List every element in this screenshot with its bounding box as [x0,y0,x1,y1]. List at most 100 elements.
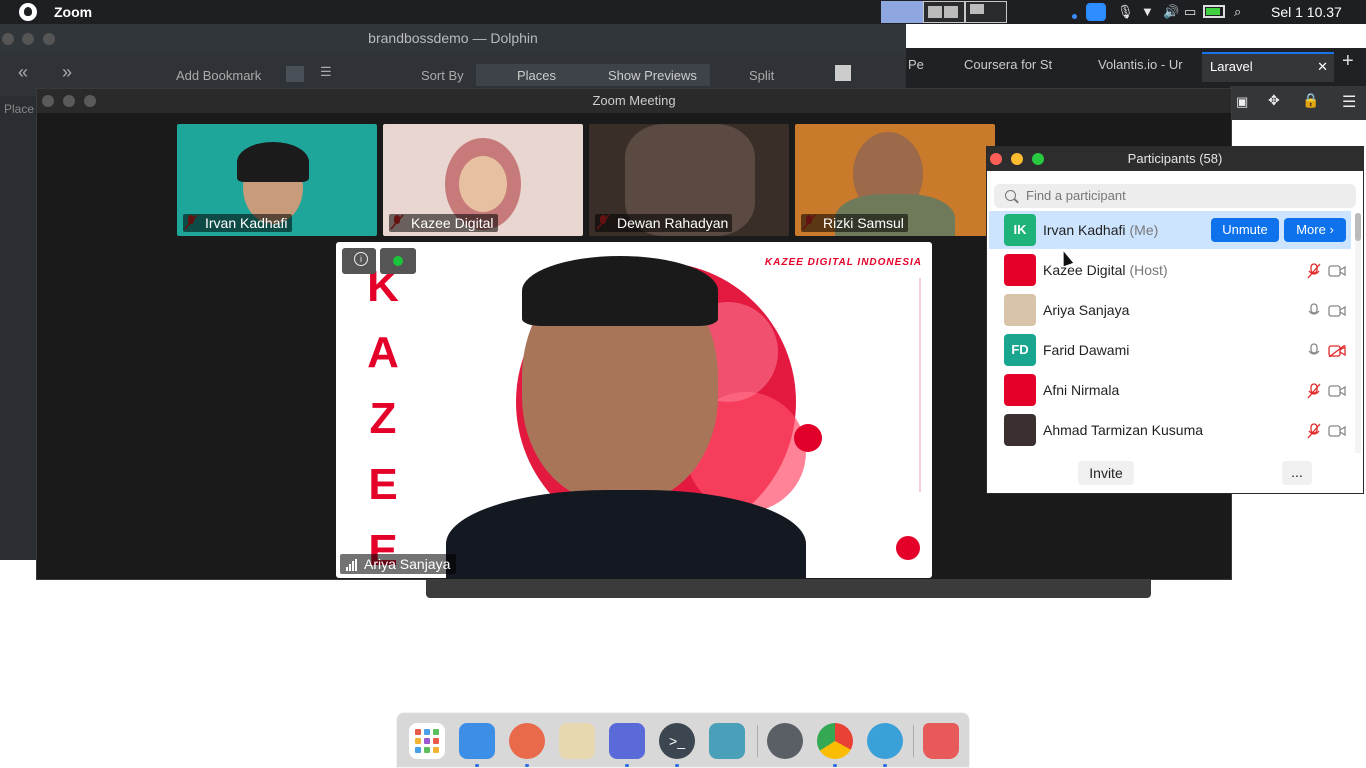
dolphin-minimize-button[interactable] [22,33,34,45]
github-icon[interactable] [19,3,37,21]
browser-toolbar: ▣ ✥ 🔒 ☰ [1230,86,1366,120]
avatar [1004,374,1036,406]
battery-icon[interactable] [1203,5,1225,18]
tab-label: Laravel [1210,59,1253,74]
settings-icon[interactable] [767,723,803,759]
sort-by-button[interactable]: Sort By [421,68,464,83]
mic-icon[interactable] [1307,343,1321,359]
zoom-tray-icon[interactable] [1086,3,1106,21]
notification-dot [1072,14,1077,19]
meeting-info-icon[interactable] [342,248,376,274]
participant-row[interactable]: Kazee Digital (Host) [989,251,1351,289]
browser-tab[interactable]: Pe [906,52,930,82]
terminal-icon[interactable]: >_ [659,723,695,759]
places-button[interactable]: Places [517,68,556,83]
invite-button[interactable]: Invite [1078,461,1134,485]
running-indicator [475,764,479,767]
close-tab-icon[interactable]: ✕ [1317,54,1328,80]
network-icon[interactable]: ▼ [1141,4,1154,19]
chrome-icon[interactable] [817,723,853,759]
files-icon[interactable] [459,723,495,759]
active-speaker-video[interactable]: KAZEE KAZEE DIGITAL INDONESIA Ariya Sanj… [336,242,932,578]
workspace-3[interactable] [965,1,1007,23]
browser-tab[interactable]: Volantis.io - Ur [1076,52,1192,82]
share-icon[interactable]: ✥ [1268,92,1280,109]
camera-icon[interactable] [1328,384,1346,397]
dolphin-close-button[interactable] [2,33,14,45]
more-options-button[interactable]: ... [1282,461,1312,485]
browser-tab[interactable]: Coursera for St [944,52,1062,82]
window-shadow [426,580,1151,598]
encryption-shield-icon[interactable] [380,248,416,274]
participant-name-label: Rizki Samsul [801,214,908,232]
muted-mic-icon[interactable] [1307,263,1321,279]
mic-icon[interactable] [1307,303,1321,319]
video-thumbnail[interactable]: Rizki Samsul [795,124,995,236]
search-icon[interactable] [835,65,851,81]
participant-row[interactable]: FD Farid Dawami [989,331,1351,369]
workspace-2[interactable] [923,1,965,23]
panel-close-button[interactable] [990,153,1002,165]
back-icon[interactable]: « [18,62,28,83]
camera-icon[interactable] [1328,264,1346,277]
panel-minimize-button[interactable] [1011,153,1023,165]
details-view-icon[interactable]: ☰ [320,64,332,80]
menu-icon[interactable]: ☰ [1342,92,1356,112]
participant-row[interactable]: Afni Nirmala [989,371,1351,409]
add-bookmark-button[interactable]: Add Bookmark [176,68,261,83]
text-editor-icon[interactable] [559,723,595,759]
firefox-icon[interactable] [509,723,545,759]
background-letter: E [368,460,398,509]
participants-panel: Participants (58) Find a participant IK I… [986,146,1364,494]
kazee-logo-icon [896,536,920,560]
app-grid-icon[interactable] [409,723,445,759]
zoom-minimize-button[interactable] [63,95,75,107]
more-button[interactable]: More › [1284,218,1346,242]
zoom-icon[interactable] [867,723,903,759]
show-previews-button[interactable]: Show Previews [608,68,697,83]
dock-separator [757,725,758,757]
running-indicator [525,764,529,767]
muted-mic-icon[interactable] [1307,383,1321,399]
image-viewer-icon[interactable] [709,723,745,759]
active-app-name[interactable]: Zoom [54,4,92,20]
clipboard-icon[interactable]: ▭ [1184,4,1196,20]
muted-mic-icon[interactable] [1307,423,1321,439]
dolphin-maximize-button[interactable] [43,33,55,45]
zoom-maximize-button[interactable] [84,95,96,107]
video-thumbnail[interactable]: Dewan Rahadyan [589,124,789,236]
camera-icon[interactable] [1328,424,1346,437]
participants-scrollbar[interactable] [1355,213,1361,453]
find-participant-input[interactable]: Find a participant [994,184,1356,208]
browser-tab-active[interactable]: Laravel ✕ [1202,52,1334,82]
new-tab-button[interactable]: + [1342,50,1354,73]
zoom-close-button[interactable] [42,95,54,107]
video-thumbnail[interactable]: Kazee Digital [383,124,583,236]
lock-icon[interactable]: 🔒 [1302,92,1319,109]
participant-row[interactable]: IK Irvan Kadhafi (Me) Unmute More › [989,211,1351,249]
active-speaker-name: Ariya Sanjaya [340,554,457,574]
icons-view-icon[interactable] [286,66,304,82]
glasses-icon[interactable] [609,723,645,759]
camera-icon[interactable] [1328,304,1346,317]
unmute-button[interactable]: Unmute [1211,218,1279,242]
forward-icon[interactable]: » [62,62,72,83]
participant-name-label: Irvan Kadhafi [183,214,292,232]
panel-maximize-button[interactable] [1032,153,1044,165]
clock[interactable]: Sel 1 10.37 [1271,4,1342,20]
search-placeholder: Find a participant [1026,188,1126,203]
video-thumbnail[interactable]: Irvan Kadhafi [177,124,377,236]
participant-row[interactable]: Ahmad Tarmizan Kusuma [989,411,1351,449]
volume-icon[interactable]: 🔊 [1163,4,1179,20]
split-button[interactable]: Split [749,68,774,83]
camera-off-icon[interactable] [1328,344,1346,358]
extension-icon[interactable]: ▣ [1236,94,1248,110]
participant-row[interactable]: Ariya Sanjaya [989,291,1351,329]
search-icon[interactable]: ⌕ [1234,4,1241,20]
dock-separator [913,725,914,757]
running-indicator [833,764,837,767]
trash-icon[interactable] [923,723,959,759]
workspace-1[interactable] [881,1,923,23]
background-word: KAZEE [358,254,408,578]
mic-icon[interactable]: 🎙 [1117,4,1134,20]
